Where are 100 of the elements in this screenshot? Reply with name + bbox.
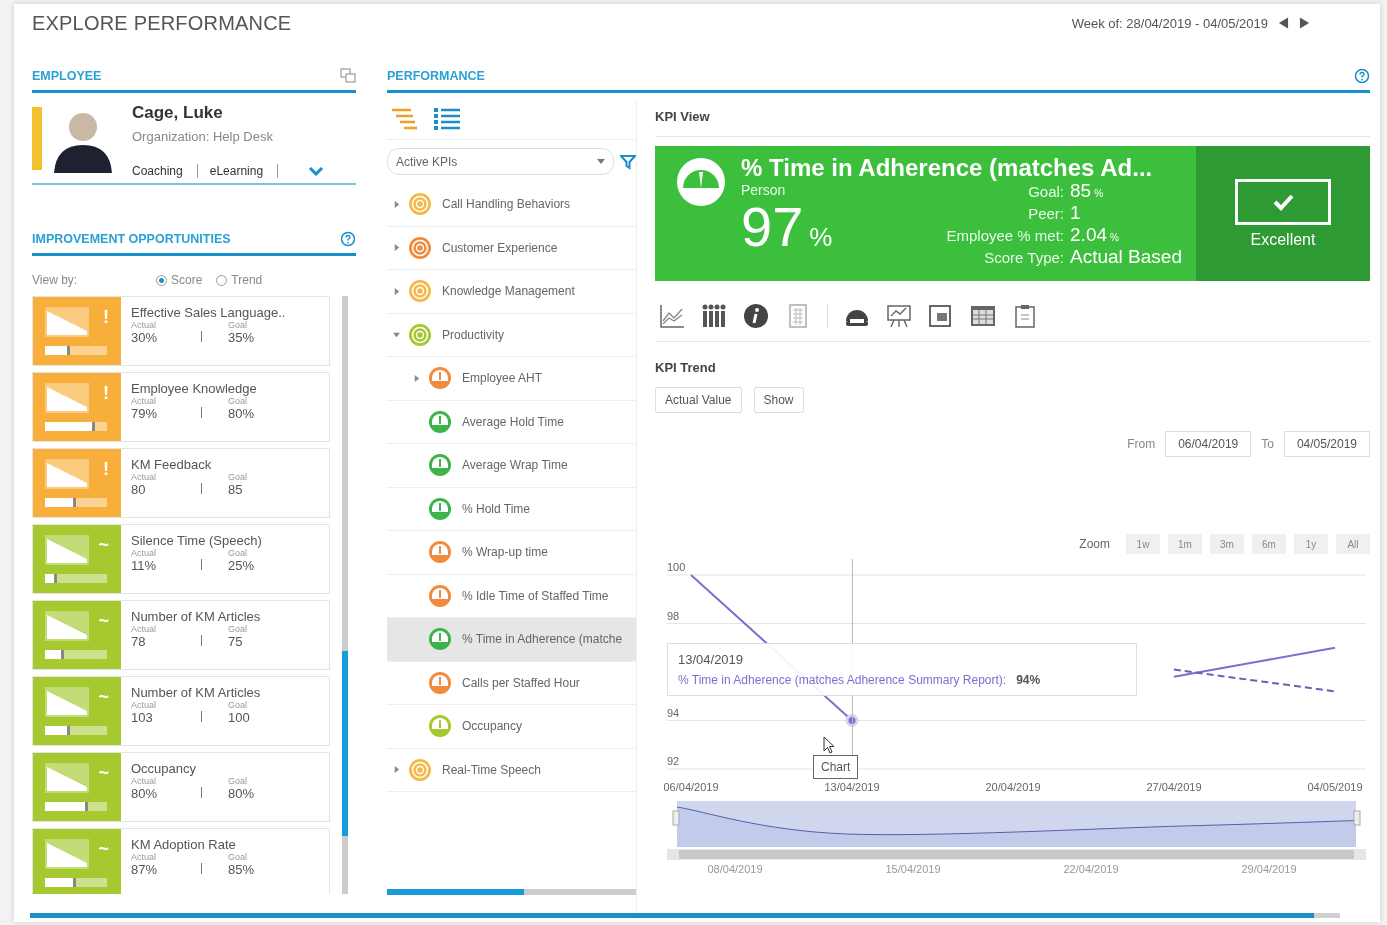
presentation-icon[interactable] — [886, 303, 912, 329]
stat-unit: % — [1094, 188, 1104, 199]
tree-item[interactable]: Call Handling Behaviors — [387, 183, 636, 227]
scrollbar[interactable] — [342, 296, 348, 894]
previous-week-icon[interactable] — [1278, 16, 1289, 30]
line-chart-icon[interactable] — [659, 303, 685, 329]
expander-icon[interactable] — [393, 766, 400, 774]
status-symbol: ~ — [98, 535, 109, 556]
tree-item[interactable]: Calls per Staffed Hour — [387, 661, 636, 705]
tree-item[interactable]: Customer Experience — [387, 226, 636, 270]
page-title: EXPLORE PERFORMANCE — [32, 11, 292, 35]
opportunity-card[interactable]: ~ Number of KM Articles Actual 78 Goal 75 — [32, 600, 330, 670]
zoom-button[interactable]: 1m — [1168, 534, 1202, 554]
zoom-button[interactable]: 6m — [1252, 534, 1286, 554]
data-point-marker[interactable] — [845, 714, 859, 727]
document-icon[interactable] — [928, 303, 954, 329]
clipboard-icon[interactable] — [1012, 303, 1038, 329]
opportunity-card[interactable]: ~ Silence Time (Speech) Actual 11% Goal 25% — [32, 524, 330, 594]
tree-item[interactable]: Productivity — [387, 313, 636, 357]
gauge-icon — [675, 156, 727, 208]
opportunity-card[interactable]: ! Employee Knowledge Actual 79% Goal 80% — [32, 372, 330, 442]
trend-button[interactable]: Show — [753, 387, 804, 413]
status-symbol: ! — [103, 383, 109, 404]
tree-item[interactable]: Occupancy — [387, 705, 636, 749]
kpi-filter-dropdown[interactable]: Active KPIs — [387, 148, 614, 175]
expander-icon[interactable] — [393, 200, 400, 208]
tree-item[interactable]: % Wrap-up time — [387, 531, 636, 575]
goal-value: 80% — [228, 786, 256, 801]
table-icon[interactable] — [970, 303, 996, 329]
windows-icon[interactable] — [340, 68, 356, 84]
section-heading: PERFORMANCE — [387, 69, 485, 83]
from-date-field[interactable]: 06/04/2019 — [1165, 431, 1252, 457]
radio-option[interactable]: Score — [156, 273, 203, 287]
kpi-name: Number of KM Articles — [131, 685, 262, 700]
navigator-drawing[interactable] — [672, 801, 1361, 847]
expander-icon[interactable] — [393, 287, 400, 295]
help-icon[interactable] — [340, 231, 356, 247]
navigator-date-label: 29/04/2019 — [1241, 863, 1297, 875]
tree-item[interactable]: Employee AHT — [387, 357, 636, 401]
filter-icon[interactable] — [620, 153, 636, 170]
list-view-icon[interactable] — [433, 107, 461, 131]
actual-value: 87% — [131, 862, 159, 877]
chart-thumbnail-icon — [45, 535, 89, 565]
page-scrollbar-thumb[interactable] — [30, 913, 1314, 918]
goal-label: Goal — [228, 624, 248, 634]
opportunity-card[interactable]: ! KM Feedback Actual 80 Goal 85 — [32, 448, 330, 518]
goal-label: Goal — [228, 320, 248, 330]
tree-item[interactable]: Real-Time Speech — [387, 748, 636, 792]
chart-thumbnail-icon — [45, 611, 89, 641]
tree-item[interactable]: Knowledge Management — [387, 270, 636, 314]
people-icon[interactable] — [701, 303, 727, 329]
goal-label: Goal — [228, 852, 248, 862]
kpi-name: Occupancy — [131, 761, 198, 776]
zoom-button[interactable]: All — [1336, 534, 1370, 554]
tree-view-icon[interactable] — [391, 107, 419, 131]
goal-value: 85 — [228, 482, 244, 497]
tree-item[interactable]: Average Wrap Time — [387, 444, 636, 488]
goal-label: Goal — [228, 776, 248, 786]
zoom-button[interactable]: 1w — [1126, 534, 1160, 554]
status-symbol: ~ — [98, 763, 109, 784]
zoom-button[interactable]: 1y — [1294, 534, 1328, 554]
opportunity-card[interactable]: ~ KM Adoption Rate Actual 87% Goal 85% — [32, 828, 330, 894]
opportunity-card[interactable]: ~ Number of KM Articles Actual 103 Goal 100 — [32, 676, 330, 746]
scrollbar[interactable] — [387, 889, 636, 895]
stat-value: 85 — [1070, 180, 1092, 202]
trend-button[interactable]: Actual Value — [655, 387, 742, 413]
x-tick-label: 20/04/2019 — [985, 781, 1041, 793]
status-symbol: ~ — [98, 611, 109, 632]
zoom-label: Zoom — [1079, 537, 1110, 551]
profile-link[interactable]: eLearning — [209, 164, 268, 178]
stat-label: Score Type: — [983, 249, 1065, 266]
zoom-button[interactable]: 3m — [1210, 534, 1244, 554]
stat-label: Peer: — [1027, 205, 1065, 222]
stat-label: Goal: — [1027, 183, 1065, 200]
week-range: Week of: 28/04/2019 - 04/05/2019 — [1071, 15, 1268, 31]
help-icon[interactable] — [1354, 68, 1370, 84]
actual-value: 79% — [131, 406, 159, 421]
scrollbar-thumb[interactable] — [342, 651, 348, 836]
tree-item[interactable]: % Time in Adherence (matche — [387, 618, 636, 662]
chart-thumbnail-icon — [45, 687, 89, 717]
info-icon[interactable] — [743, 303, 769, 329]
navigator-scrollbar[interactable] — [667, 849, 1366, 860]
actual-label: Actual — [131, 624, 157, 634]
actual-value: 30% — [131, 330, 159, 345]
next-week-icon[interactable] — [1299, 16, 1310, 30]
opportunity-card[interactable]: ~ Occupancy Actual 80% Goal 80% — [32, 752, 330, 822]
chart-thumbnail-icon — [45, 383, 89, 413]
to-date-field[interactable]: 04/05/2019 — [1283, 431, 1370, 457]
expander-icon[interactable] — [393, 244, 400, 252]
scrollbar-thumb[interactable] — [387, 889, 524, 895]
chevron-down-icon[interactable] — [308, 166, 325, 176]
profile-link[interactable]: Coaching — [132, 164, 187, 178]
tree-item[interactable]: % Hold Time — [387, 487, 636, 531]
opportunity-card[interactable]: ! Effective Sales Language.. Actual 30% Goal 35% — [32, 296, 330, 366]
actual-label: Actual — [131, 396, 157, 406]
radio-option[interactable]: Trend — [216, 273, 263, 287]
tree-item[interactable]: Average Hold Time — [387, 400, 636, 444]
expander-icon[interactable] — [393, 331, 400, 339]
expander-icon[interactable] — [413, 374, 420, 382]
actual-value: 103 — [131, 710, 154, 725]
